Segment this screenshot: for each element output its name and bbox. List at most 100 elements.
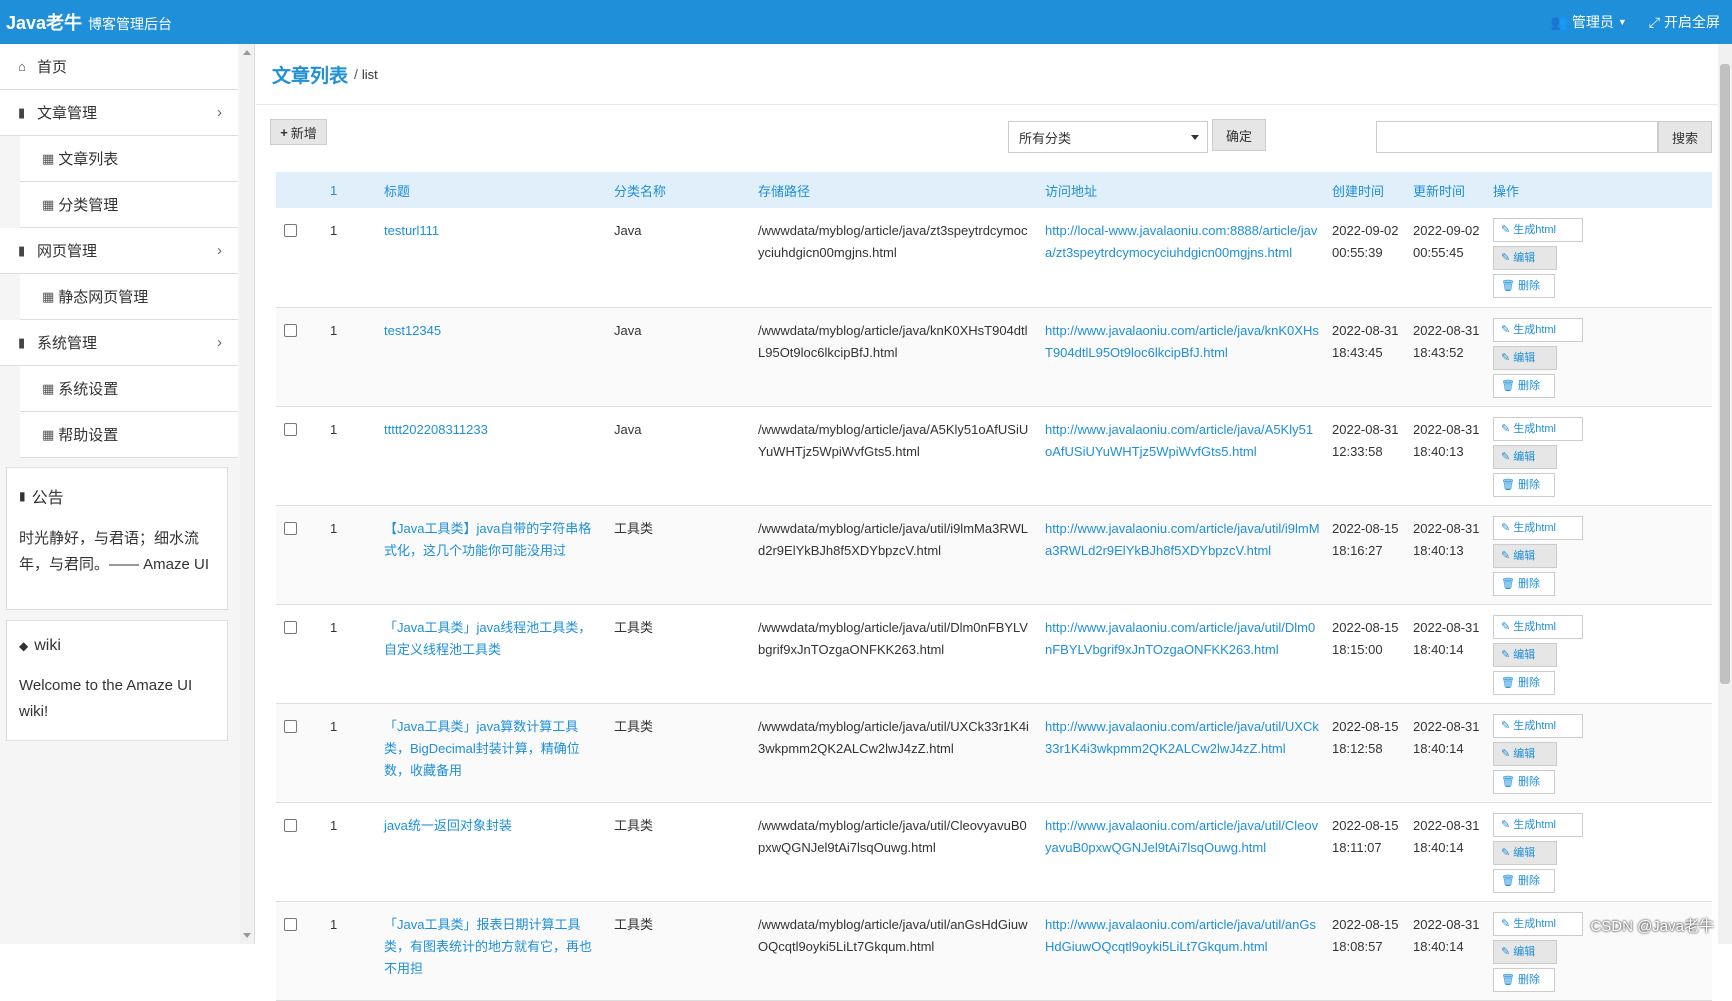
row-actions: ✎生成html ✎编辑 🗑删除 bbox=[1487, 208, 1712, 307]
sidebar-scrollbar[interactable] bbox=[240, 44, 254, 944]
row-url[interactable]: http://www.javalaoniu.com/article/java/u… bbox=[1039, 505, 1326, 604]
row-title[interactable]: ttttt202208311233 bbox=[378, 406, 608, 505]
trash-icon: 🗑 bbox=[1501, 672, 1515, 694]
row-checkbox[interactable] bbox=[284, 720, 297, 733]
header-actions: 操作 bbox=[1487, 172, 1712, 208]
sidebar-item-help-settings[interactable]: ▦ 帮助设置 bbox=[20, 412, 238, 458]
row-url[interactable]: http://www.javalaoniu.com/article/java/u… bbox=[1039, 604, 1326, 703]
scroll-down-icon[interactable] bbox=[243, 933, 251, 938]
row-url[interactable]: http://www.javalaoniu.com/article/java/u… bbox=[1039, 802, 1326, 901]
row-url[interactable]: http://www.javalaoniu.com/article/java/A… bbox=[1039, 406, 1326, 505]
row-path: /wwwdata/myblog/article/java/util/Dlm0nF… bbox=[752, 604, 1039, 703]
generate-html-button[interactable]: ✎生成html bbox=[1493, 218, 1583, 242]
generate-html-button[interactable]: ✎生成html bbox=[1493, 417, 1583, 441]
edit-button[interactable]: ✎编辑 bbox=[1493, 643, 1557, 667]
add-button[interactable]: + 新增 bbox=[270, 119, 327, 145]
calendar-icon: ▦ bbox=[42, 381, 54, 397]
sidebar-item-home[interactable]: ⌂ 首页 bbox=[0, 44, 238, 90]
row-category: 工具类 bbox=[608, 505, 752, 604]
edit-button[interactable]: ✎编辑 bbox=[1493, 742, 1557, 766]
sidebar-item-system-management[interactable]: ▮ 系统管理 › bbox=[0, 320, 238, 366]
brand[interactable]: Java老牛 博客管理后台 bbox=[0, 9, 172, 35]
row-category: Java bbox=[608, 307, 752, 406]
edit-icon: ✎ bbox=[1501, 418, 1510, 440]
row-updated: 2022-08-3118:40:14 bbox=[1407, 802, 1487, 901]
admin-menu[interactable]: 👥 管理员 ▼ bbox=[1550, 12, 1626, 32]
page-scrollbar[interactable] bbox=[1718, 44, 1732, 944]
row-title[interactable]: java统一返回对象封装 bbox=[378, 802, 608, 901]
edit-button[interactable]: ✎编辑 bbox=[1493, 841, 1557, 865]
edit-button[interactable]: ✎编辑 bbox=[1493, 346, 1557, 370]
delete-button[interactable]: 🗑删除 bbox=[1493, 869, 1555, 893]
row-checkbox[interactable] bbox=[284, 522, 297, 535]
generate-html-button[interactable]: ✎生成html bbox=[1493, 912, 1583, 936]
row-title[interactable]: 「Java工具类」报表日期计算工具类，有图表统计的地方就有它，再也不用担 bbox=[378, 901, 608, 1000]
row-created-time: 00:55:39 bbox=[1332, 242, 1401, 264]
search-button[interactable]: 搜索 bbox=[1658, 121, 1712, 153]
delete-button[interactable]: 🗑删除 bbox=[1493, 671, 1555, 695]
sidebar-nav: ⌂ 首页 ▮ 文章管理 › ▦ 文章列表 ▦ 分类管理 ▮ 网页管理 › ▦ 静… bbox=[0, 44, 238, 458]
fullscreen-button[interactable]: ⤢ 开启全屏 bbox=[1649, 12, 1720, 32]
sidebar-item-category-management[interactable]: ▦ 分类管理 bbox=[20, 182, 238, 228]
expand-icon: ⤢ bbox=[1649, 14, 1660, 31]
edit-button[interactable]: ✎编辑 bbox=[1493, 544, 1557, 568]
confirm-button[interactable]: 确定 bbox=[1212, 119, 1266, 151]
edit-button[interactable]: ✎编辑 bbox=[1493, 940, 1557, 964]
delete-button[interactable]: 🗑删除 bbox=[1493, 968, 1555, 992]
row-url[interactable]: http://local-www.javalaoniu.com:8888/art… bbox=[1039, 208, 1326, 307]
delete-button[interactable]: 🗑删除 bbox=[1493, 374, 1555, 398]
row-url[interactable]: http://www.javalaoniu.com/article/java/k… bbox=[1039, 307, 1326, 406]
sidebar-item-label: 分类管理 bbox=[58, 194, 118, 215]
delete-button[interactable]: 🗑删除 bbox=[1493, 770, 1555, 794]
row-checkbox[interactable] bbox=[284, 324, 297, 337]
delete-button[interactable]: 🗑删除 bbox=[1493, 473, 1555, 497]
file-icon: ▮ bbox=[18, 243, 34, 259]
row-checkbox[interactable] bbox=[284, 918, 297, 931]
notice-title: ▮ 公告 bbox=[19, 484, 215, 508]
page-scrollbar-thumb[interactable] bbox=[1720, 64, 1730, 684]
edit-button[interactable]: ✎编辑 bbox=[1493, 246, 1557, 270]
row-created-time: 18:11:07 bbox=[1332, 837, 1401, 859]
generate-html-button[interactable]: ✎生成html bbox=[1493, 318, 1583, 342]
row-updated-time: 18:40:14 bbox=[1413, 936, 1481, 958]
edit-button[interactable]: ✎编辑 bbox=[1493, 445, 1557, 469]
generate-html-button[interactable]: ✎生成html bbox=[1493, 714, 1583, 738]
row-checkbox[interactable] bbox=[284, 224, 297, 237]
edit-icon: ✎ bbox=[1501, 814, 1510, 836]
generate-html-button[interactable]: ✎生成html bbox=[1493, 813, 1583, 837]
search-input[interactable] bbox=[1376, 121, 1658, 153]
row-title[interactable]: 「Java工具类」java算数计算工具类，BigDecimal封装计算，精确位数… bbox=[378, 703, 608, 802]
chevron-right-icon: › bbox=[217, 104, 222, 121]
delete-button[interactable]: 🗑删除 bbox=[1493, 274, 1555, 298]
row-created: 2022-08-1518:08:57 bbox=[1326, 901, 1407, 1000]
row-created: 2022-08-3118:43:45 bbox=[1326, 307, 1407, 406]
row-checkbox[interactable] bbox=[284, 621, 297, 634]
row-created: 2022-08-1518:11:07 bbox=[1326, 802, 1407, 901]
breadcrumb: 文章列表 / list bbox=[256, 44, 1718, 105]
sidebar-item-page-management[interactable]: ▮ 网页管理 › bbox=[0, 228, 238, 274]
sidebar-item-label: 文章管理 bbox=[37, 102, 97, 123]
row-title[interactable]: 【Java工具类】java自带的字符串格式化，这几个功能你可能没用过 bbox=[378, 505, 608, 604]
row-checkbox[interactable] bbox=[284, 819, 297, 832]
row-title[interactable]: testurl111 bbox=[378, 208, 608, 307]
row-created-date: 2022-08-31 bbox=[1332, 320, 1401, 342]
delete-button[interactable]: 🗑删除 bbox=[1493, 572, 1555, 596]
generate-html-button[interactable]: ✎生成html bbox=[1493, 516, 1583, 540]
header-path: 存储路径 bbox=[752, 172, 1039, 208]
row-title[interactable]: test12345 bbox=[378, 307, 608, 406]
admin-label: 管理员 bbox=[1572, 12, 1614, 32]
row-number: 1 bbox=[324, 208, 378, 307]
category-select[interactable]: 所有分类 bbox=[1008, 121, 1208, 153]
scroll-up-icon[interactable] bbox=[243, 50, 251, 55]
row-url[interactable]: http://www.javalaoniu.com/article/java/u… bbox=[1039, 703, 1326, 802]
sidebar-item-static-pages[interactable]: ▦ 静态网页管理 bbox=[20, 274, 238, 320]
row-title[interactable]: 「Java工具类」java线程池工具类，自定义线程池工具类 bbox=[378, 604, 608, 703]
edit-icon: ✎ bbox=[1501, 517, 1510, 539]
sidebar-item-system-settings[interactable]: ▦ 系统设置 bbox=[20, 366, 238, 412]
sidebar-item-article-management[interactable]: ▮ 文章管理 › bbox=[0, 90, 238, 136]
wiki-panel: ◆ wiki Welcome to the Amaze UI wiki! bbox=[6, 620, 228, 741]
row-url[interactable]: http://www.javalaoniu.com/article/java/u… bbox=[1039, 901, 1326, 1000]
sidebar-item-article-list[interactable]: ▦ 文章列表 bbox=[20, 136, 238, 182]
generate-html-button[interactable]: ✎生成html bbox=[1493, 615, 1583, 639]
row-checkbox[interactable] bbox=[284, 423, 297, 436]
